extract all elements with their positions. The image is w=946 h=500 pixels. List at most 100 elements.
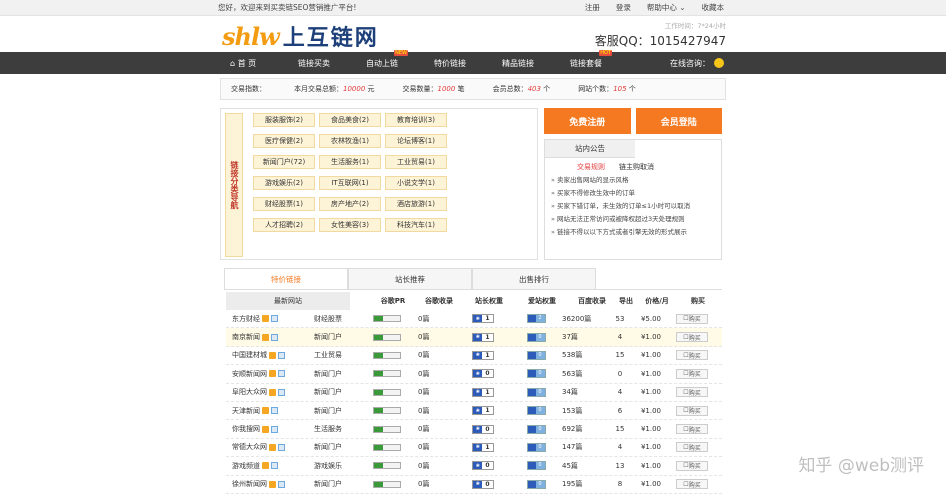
tab-trade-rules[interactable]: 交易规则 <box>577 162 605 172</box>
screenshot-icon[interactable] <box>271 315 278 323</box>
tab-special-links[interactable]: 特价链接 <box>224 268 348 289</box>
buy-button[interactable]: ☐ 购买 <box>676 442 708 453</box>
category-item[interactable]: 教育培训(3) <box>385 113 447 127</box>
buy-button[interactable]: ☐ 购买 <box>676 405 708 416</box>
category-item[interactable]: 女性美容(3) <box>319 218 381 232</box>
table-body: 东方财经 财经股票 0篇 ❀ 1 2 36200篇 53 ¥5.00 ☐ 购买 南京新闻 新闻门户 0篇… <box>226 310 722 494</box>
bookmark-link[interactable]: 收藏本 <box>702 2 725 13</box>
category-item[interactable]: 食品美食(2) <box>319 113 381 127</box>
register-link[interactable]: 注册 <box>585 2 600 13</box>
site-name[interactable]: 阜阳大众网 <box>232 387 267 397</box>
category-item[interactable]: IT互联网(1) <box>319 176 381 190</box>
weight-badge: ❀ 1 <box>472 387 494 397</box>
tab-cancel[interactable]: 链主购取消 <box>619 162 654 172</box>
tab-recommended[interactable]: 站长推荐 <box>348 268 472 289</box>
site-logo[interactable]: shlw 上互链网 <box>222 20 379 52</box>
pr-bar-fill <box>374 352 384 358</box>
verified-icon <box>262 333 269 341</box>
site-name[interactable]: 东方财经 <box>232 314 260 324</box>
screenshot-icon[interactable] <box>271 462 278 470</box>
site-name[interactable]: 常德大众网 <box>232 442 267 452</box>
buy-button[interactable]: ☐ 购买 <box>676 460 708 471</box>
baidu-index-cell: 147篇 <box>562 443 583 452</box>
category-item[interactable]: 农林牧渔(1) <box>319 134 381 148</box>
pr-bar-fill <box>374 444 384 450</box>
help-center-link[interactable]: 帮助中心 ⌄ <box>647 2 686 13</box>
site-name[interactable]: 徐州新闻网 <box>232 479 267 489</box>
buy-cell: ☐ 购买 <box>672 368 712 379</box>
notice-item[interactable]: 买家不得修改生效中的订单 <box>551 187 721 200</box>
hot-badge: HOT <box>599 49 612 56</box>
pr-cell <box>364 480 410 488</box>
nav-special-link[interactable]: 特价链接 <box>416 58 484 69</box>
notice-list: 卖家出售网站的显示风格 买家不得修改生效中的订单 买家下错订单，未生效的订单≤1… <box>545 174 721 239</box>
verified-icon <box>269 443 276 451</box>
category-item[interactable]: 新闻门户(72) <box>253 155 315 169</box>
qq-penguin-icon[interactable] <box>714 58 724 68</box>
notice-item[interactable]: 买家下错订单，未生效的订单≤1小时可以取消 <box>551 200 721 213</box>
pr-bar-fill <box>374 371 384 377</box>
category-item[interactable]: 酒店旅游(1) <box>385 197 447 211</box>
tab-sales-ranking[interactable]: 出售排行 <box>472 268 596 289</box>
outlinks-cell: 6 <box>617 406 623 415</box>
nav-auto-link[interactable]: 自动上链 NEW <box>348 49 416 69</box>
screenshot-icon[interactable] <box>278 370 285 378</box>
category-item[interactable]: 房产地产(2) <box>319 197 381 211</box>
verified-icon <box>262 462 269 470</box>
nav-premium-link[interactable]: 精品链接 <box>484 58 552 69</box>
site-name[interactable]: 你我搜网 <box>232 424 260 434</box>
announcement-title[interactable]: 站内公告 <box>545 140 635 158</box>
sw-weight-cell: ❀ 1 <box>456 314 510 324</box>
buy-button[interactable]: ☐ 购买 <box>676 332 708 343</box>
free-register-button[interactable]: 免费注册 <box>544 108 631 134</box>
category-item[interactable]: 游戏娱乐(2) <box>253 176 315 190</box>
online-consult[interactable]: 在线咨询： <box>670 58 724 69</box>
pr-bar <box>373 351 401 359</box>
member-login-button[interactable]: 会员登陆 <box>635 108 722 134</box>
price-cell: ¥1.00 <box>640 480 662 489</box>
screenshot-icon[interactable] <box>278 388 285 396</box>
top-bar: 您好，欢迎来到买卖链SEO营销推广平台! 注册 登录 帮助中心 ⌄ 收藏本 <box>0 0 946 16</box>
mobile-weight-badge: 2 <box>526 314 546 324</box>
outlinks-cell: 53 <box>615 314 625 323</box>
category-item[interactable]: 财经股票(1) <box>253 197 315 211</box>
outlinks-cell: 15 <box>615 425 625 434</box>
site-name[interactable]: 南京新闻 <box>232 332 260 342</box>
price-cell: ¥1.00 <box>640 406 662 415</box>
category-item[interactable]: 科技汽车(1) <box>385 218 447 232</box>
category-item[interactable]: 生活服务(1) <box>319 155 381 169</box>
site-name[interactable]: 安顺新闻网 <box>232 369 267 379</box>
paw-icon <box>527 351 536 359</box>
category-item[interactable]: 医疗保健(2) <box>253 134 315 148</box>
site-name[interactable]: 天津新闻 <box>232 406 260 416</box>
buy-button[interactable]: ☐ 购买 <box>676 387 708 398</box>
screenshot-icon[interactable] <box>271 333 278 341</box>
category-item[interactable]: 小说文学(1) <box>385 176 447 190</box>
buy-button[interactable]: ☐ 购买 <box>676 479 708 490</box>
notice-item[interactable]: 链接不得以以下方式或者引擎无效的形式展示 <box>551 226 721 239</box>
nav-link-package[interactable]: 链接套餐 HOT <box>552 49 620 69</box>
buy-button[interactable]: ☐ 购买 <box>676 424 708 435</box>
category-item[interactable]: 服装服饰(2) <box>253 113 315 127</box>
screenshot-icon[interactable] <box>278 480 285 488</box>
site-name[interactable]: 游戏频道 <box>232 461 260 471</box>
login-link[interactable]: 登录 <box>616 2 631 13</box>
category-item[interactable]: 人才招聘(2) <box>253 218 315 232</box>
site-name[interactable]: 中国建材城 <box>232 350 267 360</box>
notice-item[interactable]: 卖家出售网站的显示风格 <box>551 174 721 187</box>
buy-button[interactable]: ☐ 购买 <box>676 350 708 361</box>
nav-home[interactable]: ⌂ 首 页 <box>222 58 280 69</box>
screenshot-icon[interactable] <box>271 425 278 433</box>
pr-bar <box>373 425 401 433</box>
screenshot-icon[interactable] <box>278 443 285 451</box>
category-item[interactable]: 工业贸易(1) <box>385 155 447 169</box>
notice-item[interactable]: 网站无法正常访问或被降权超过3天处理规则 <box>551 213 721 226</box>
category-item[interactable]: 论坛博客(1) <box>385 134 447 148</box>
mb-weight-cell: 0 <box>510 442 562 452</box>
buy-button[interactable]: ☐ 购买 <box>676 313 708 324</box>
screenshot-icon[interactable] <box>278 351 285 359</box>
screenshot-icon[interactable] <box>271 407 278 415</box>
main-nav: ⌂ 首 页 链接买卖 自动上链 NEW 特价链接 精品链接 链接套餐 HOT 在线咨… <box>0 49 946 74</box>
nav-link-trade[interactable]: 链接买卖 <box>280 58 348 69</box>
buy-button[interactable]: ☐ 购买 <box>676 368 708 379</box>
